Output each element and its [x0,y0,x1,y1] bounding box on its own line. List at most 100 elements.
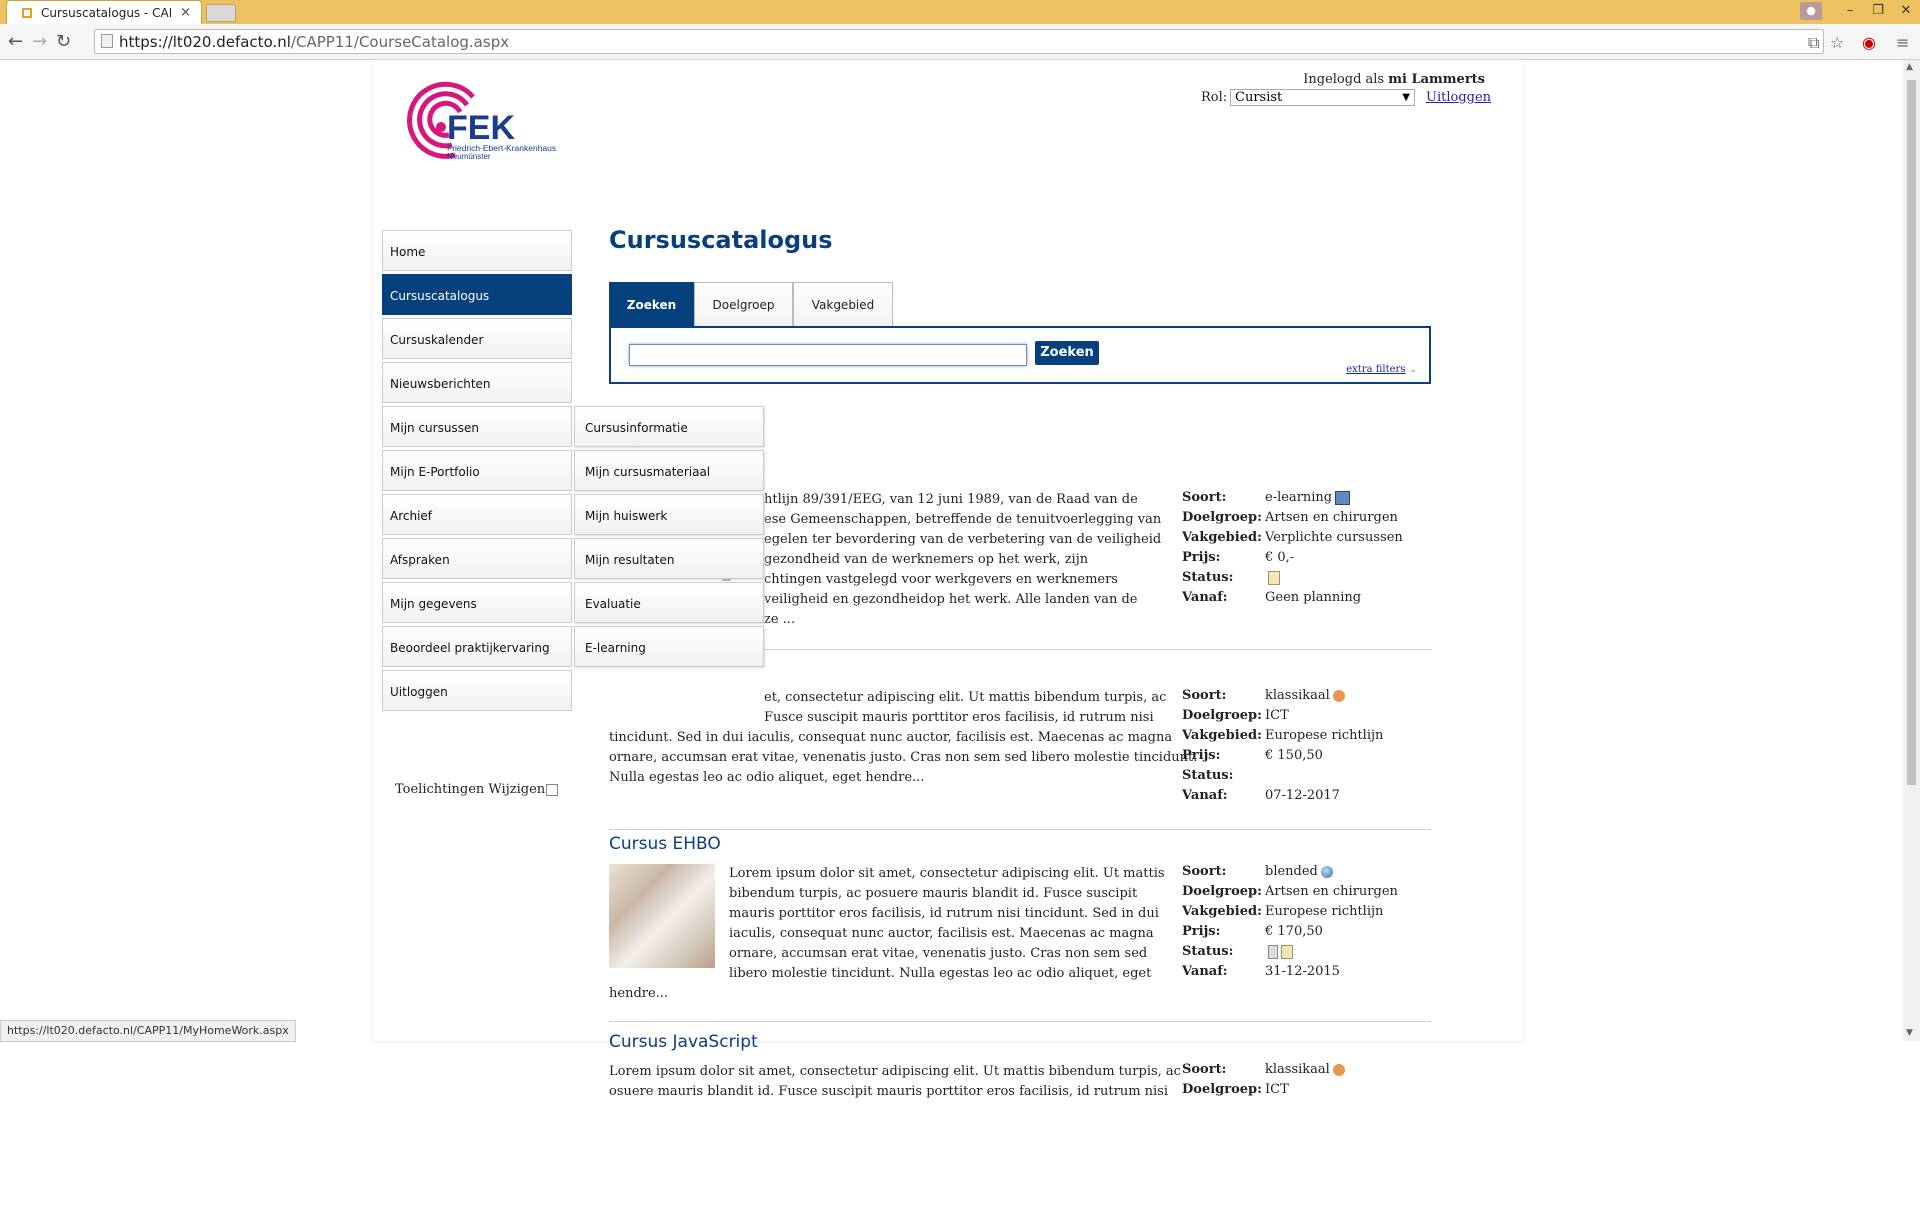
meta-label-prijs: Prijs: [1182,550,1221,565]
sidebar-item-uitloggen[interactable]: Uitloggen [382,670,572,711]
submenu-item-e-learning[interactable]: E-learning [574,626,764,667]
submenu-item-mijn-huiswerk[interactable]: Mijn huiswerk [574,494,764,535]
sidebar-item-home[interactable]: Home [382,230,572,271]
scrollbar-thumb[interactable] [1907,80,1916,785]
meta-label-vanaf: Vanaf: [1182,964,1228,979]
tab-vakgebied[interactable]: Vakgebied [793,282,893,326]
meta-value-soort: klassikaal [1265,1062,1345,1077]
sidebar-item-mijn-cursussen[interactable]: Mijn cursussen [382,406,572,447]
forward-icon[interactable]: → [32,31,47,52]
minimize-icon[interactable]: – [1836,0,1864,24]
submenu-item-mijn-resultaten[interactable]: Mijn resultaten [574,538,764,579]
back-icon[interactable]: ← [8,31,23,52]
tab-zoeken[interactable]: Zoeken [609,282,694,326]
sidebar-item-beoordeel-praktijkervaring[interactable]: Beoordeel praktijkervaring [382,626,572,667]
meta-text-soort: klassikaal [1265,1062,1330,1077]
sidebar-nav: Home Cursuscatalogus Cursuskalender Nieuwsb… [382,230,572,714]
sidebar-item-cursuskalender[interactable]: Cursuskalender [382,318,572,359]
web-page: FEK Friedrich-Ebert-Krankenhaus Neumünst… [0,60,1920,1099]
meta-text-doelgroep: ICT [1265,1082,1289,1097]
logged-in-user: mi Lammerts [1388,72,1485,87]
description-line: et, consectetur adipiscing elit. Ut matt… [764,690,1167,705]
tab-doelgroep[interactable]: Doelgroep [694,282,793,326]
toelichtingen-wijzigen[interactable]: Toelichtingen Wijzigen [395,782,559,797]
description-line: Lorem ipsum dolor sit amet, consectetur … [729,866,1165,881]
menu-icon[interactable]: ≡ [1896,33,1909,52]
meta-text-vakgebied: Europese richtlijn [1265,728,1384,743]
sidebar-item-cursuscatalogus[interactable]: Cursuscatalogus [382,274,572,315]
meta-label-doelgroep: Doelgroep: [1182,510,1262,525]
meta-value-status [1265,570,1280,585]
restore-icon[interactable]: ❐ [1864,0,1892,24]
url-text: https://lt020.defacto.nl/CAPP11/CourseCa… [119,33,510,51]
meta-value-soort: e-learning [1265,490,1351,505]
logged-in-info: Ingelogd als mi Lammerts [1303,72,1485,87]
submenu-item-mijn-cursusmateriaal[interactable]: Mijn cursusmateriaal [574,450,764,491]
logged-in-prefix: Ingelogd als [1303,72,1385,87]
toelichtingen-checkbox[interactable] [546,783,559,796]
description-line: bibendum turpis, ac posuere mauris bland… [729,886,1138,901]
page-scrollbar[interactable]: ▲ ▼ [1903,60,1920,1041]
sidebar-item-mijn-gegevens[interactable]: Mijn gegevens [382,582,572,623]
course-description: Lorem ipsum dolor sit amet, consectetur … [609,864,1165,1004]
address-bar[interactable]: https://lt020.defacto.nl/CAPP11/CourseCa… [94,29,1824,54]
fek-logo[interactable]: FEK Friedrich-Ebert-Krankenhaus Neumünst… [395,77,570,172]
browser-toolbar: ← → ↻ https://lt020.defacto.nl/CAPP11/Co… [0,24,1920,60]
sidebar-item-archief[interactable]: Archief [382,494,572,535]
meta-value-soort: klassikaal [1265,688,1345,703]
course-item: Cursus JavaScript Lorem ipsum dolor sit a… [609,1032,1431,1232]
lock-icon [101,34,113,48]
meta-text-vakgebied: Europese richtlijn [1265,904,1384,919]
meta-label-soort: Soort: [1182,688,1227,703]
submenu-item-cursusinformatie[interactable]: Cursusinformatie [574,406,764,447]
meta-label-soort: Soort: [1182,490,1227,505]
meta-label-status: Status: [1182,768,1234,783]
chevron-down-icon: ⌄ [1409,365,1417,375]
new-tab-button[interactable] [206,4,236,22]
tab-close-button[interactable]: × [180,5,191,20]
meta-label-vakgebied: Vakgebied: [1182,904,1262,919]
role-select[interactable]: Cursist ▼ [1230,89,1415,106]
meta-text-vanaf: Geen planning [1265,590,1362,605]
submenu-item-evaluatie[interactable]: Evaluatie [574,582,764,623]
meta-text-soort: e-learning [1265,490,1333,505]
meta-label-vakgebied: Vakgebied: [1182,728,1262,743]
description-line: Lorem ipsum dolor sit amet, consectetur … [609,1064,1181,1079]
browser-tab[interactable]: Cursuscatalogus - CAPP 1 × [6,0,202,24]
search-input[interactable] [629,344,1027,366]
clipboard-icon [1281,944,1293,959]
course-title[interactable]: Cursus JavaScript [609,1032,758,1052]
extra-filters-link[interactable]: extra filters ⌄ [1346,364,1417,375]
klassikaal-icon [1332,689,1345,702]
role-label: Rol: [1201,90,1228,105]
logout-link[interactable]: Uitloggen [1426,90,1491,105]
reload-icon[interactable]: ↻ [56,31,71,52]
course-separator [609,829,1431,830]
opera-icon[interactable]: ◉ [1862,33,1876,52]
scroll-down-icon[interactable]: ▼ [1906,1028,1913,1038]
description-line: ornare, accumsan erat vitae, venenatis j… [729,946,1148,961]
description-line: ornare, accumsan erat vitae, venenatis j… [609,750,1198,765]
meta-text-vanaf: 07-12-2017 [1265,788,1340,803]
dropdown-arrow-icon: ▼ [1402,92,1410,103]
sidebar-item-nieuwsberichten[interactable]: Nieuwsberichten [382,362,572,403]
blended-icon [1320,865,1333,878]
course-title[interactable]: Cursus EHBO [609,834,721,854]
meta-label-doelgroep: Doelgroep: [1182,884,1262,899]
search-button[interactable]: Zoeken [1035,341,1099,365]
page-title: Cursuscatalogus [609,226,833,254]
search-panel: Zoeken extra filters ⌄ [609,326,1431,384]
translate-icon[interactable]: ⧉ [1808,33,1819,53]
meta-text-soort: blended [1265,864,1318,879]
sidebar-item-afspraken[interactable]: Afspraken [382,538,572,579]
klassikaal-icon [1332,1063,1345,1076]
scroll-up-icon[interactable]: ▲ [1906,62,1913,72]
sidebar-item-mijn-e-portfolio[interactable]: Mijn E-Portfolio [382,450,572,491]
meta-text-soort: klassikaal [1265,688,1330,703]
meta-label-prijs: Prijs: [1182,924,1221,939]
user-profile-icon[interactable]: ● [1800,2,1822,20]
star-icon[interactable]: ☆ [1830,33,1844,52]
close-window-icon[interactable]: ✕ [1892,0,1920,24]
extra-filters-label: extra filters [1346,364,1406,375]
status-bar: https://lt020.defacto.nl/CAPP11/MyHomeWo… [0,1020,296,1042]
